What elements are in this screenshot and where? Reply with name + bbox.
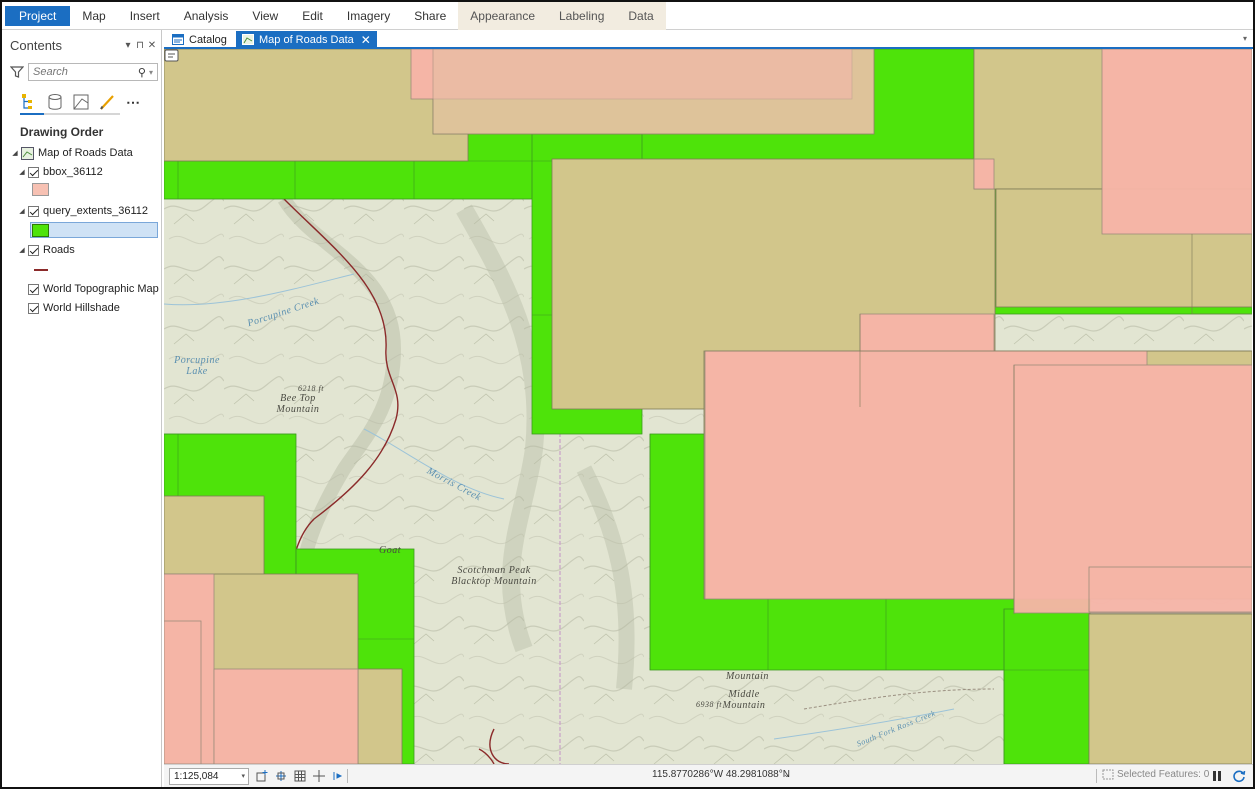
collapse-triangle-icon[interactable]: ◢: [18, 207, 26, 215]
map-label-mountain: Mountain: [726, 671, 769, 682]
layer-row-world-topographic[interactable]: World Topographic Map: [28, 280, 159, 298]
bbox-symbol-swatch[interactable]: [32, 183, 49, 196]
map-icon: [242, 34, 254, 45]
pane-options-icon[interactable]: ▾: [122, 40, 134, 51]
tree-map-row[interactable]: ◢ Map of Roads Data: [11, 144, 133, 162]
chevron-down-icon[interactable]: ▾: [241, 772, 245, 780]
layer-row-roads[interactable]: ◢ Roads: [18, 241, 75, 259]
map-label-bee-top-mountain: Bee Top Mountain: [276, 393, 320, 415]
layer-row-world-hillshade[interactable]: World Hillshade: [28, 299, 120, 317]
fixed-zoom-icon[interactable]: [275, 770, 287, 782]
map-canvas: [164, 49, 1252, 764]
map-view[interactable]: Porcupine Creek Porcupine Lake 6218 ft B…: [164, 49, 1252, 764]
drawing-order-heading: Drawing Order: [20, 125, 104, 139]
selected-features-label: Selected Features: 0: [1117, 769, 1210, 780]
selection-icon[interactable]: [72, 93, 90, 111]
drawing-order-icon[interactable]: [20, 93, 38, 111]
view-underline: [20, 113, 120, 115]
map-label-scotchman-peak: Scotchman Peak Blacktop Mountain: [451, 565, 537, 587]
layer-name: World Hillshade: [43, 302, 120, 314]
tab-map[interactable]: Map: [70, 2, 117, 30]
layer-row-query-extents[interactable]: ◢ query_extents_36112: [18, 202, 148, 220]
layer-visibility-checkbox[interactable]: [28, 302, 39, 314]
filter-row: ⚲ ▾: [10, 62, 158, 82]
pause-drawing-icon[interactable]: [1212, 770, 1222, 782]
data-source-icon[interactable]: [46, 93, 64, 111]
search-box[interactable]: ⚲ ▾: [28, 63, 158, 81]
map-label-middle-mountain: Middle Mountain: [722, 689, 766, 711]
roads-line-symbol[interactable]: [34, 269, 48, 271]
scale-selector[interactable]: 1:125,084 ▾: [169, 767, 249, 785]
layer-name: Roads: [43, 244, 75, 256]
pin-icon[interactable]: ⊓: [134, 40, 146, 51]
selected-symbol-row[interactable]: [30, 222, 158, 238]
tab-view[interactable]: View: [240, 2, 290, 30]
map-name: Map of Roads Data: [38, 147, 133, 159]
search-icon[interactable]: ⚲: [138, 66, 146, 79]
crosshair-icon[interactable]: [313, 770, 325, 782]
tab-labeling[interactable]: Labeling: [547, 2, 617, 30]
coordinate-readout[interactable]: 115.8770286°W 48.2981088°N: [652, 769, 790, 780]
tab-catalog[interactable]: Catalog: [166, 31, 233, 48]
catalog-tab-label: Catalog: [189, 33, 227, 46]
catalog-icon: [172, 34, 184, 45]
close-tab-icon[interactable]: ✕: [361, 33, 371, 47]
chevron-down-icon[interactable]: ▾: [149, 68, 153, 77]
contents-view-toolbar: ⋯: [20, 88, 160, 116]
selected-features-icon: [1102, 769, 1114, 780]
app-window: Project Map Insert Analysis View Edit Im…: [0, 0, 1255, 789]
add-scale-icon[interactable]: [256, 770, 268, 782]
contents-header: Contents ▾ ⊓ ✕: [10, 36, 158, 54]
tab-appearance[interactable]: Appearance: [458, 2, 547, 30]
tab-project[interactable]: Project: [5, 6, 71, 26]
map-icon: [21, 146, 34, 160]
close-icon[interactable]: ✕: [146, 40, 158, 51]
layer-visibility-checkbox[interactable]: [28, 283, 39, 295]
scale-value: 1:125,084: [174, 770, 219, 782]
tab-data[interactable]: Data: [616, 2, 666, 30]
collapse-triangle-icon[interactable]: ◢: [11, 149, 19, 157]
layer-row-bbox[interactable]: ◢ bbox_36112: [18, 163, 103, 181]
map-label-porcupine-lake: Porcupine Lake: [174, 355, 220, 377]
more-icon[interactable]: ⋯: [124, 93, 142, 111]
tab-edit[interactable]: Edit: [290, 2, 335, 30]
map-notes-icon[interactable]: [164, 49, 180, 63]
contents-title: Contents: [10, 37, 63, 53]
ribbon-tabs: Project Map Insert Analysis View Edit Im…: [2, 2, 1253, 30]
refresh-icon[interactable]: [1232, 769, 1246, 783]
filter-icon[interactable]: [10, 65, 24, 79]
map-tab-label: Map of Roads Data: [259, 33, 354, 46]
layer-visibility-checkbox[interactable]: [28, 166, 39, 178]
query-extent-symbol-swatch[interactable]: [32, 224, 49, 237]
layer-visibility-checkbox[interactable]: [28, 205, 39, 217]
tab-analysis[interactable]: Analysis: [172, 2, 241, 30]
map-label-goat: Goat: [379, 545, 401, 556]
search-input[interactable]: [33, 66, 123, 78]
layer-name: World Topographic Map: [43, 283, 159, 295]
layer-visibility-checkbox[interactable]: [28, 244, 39, 256]
tab-imagery[interactable]: Imagery: [335, 2, 402, 30]
collapse-triangle-icon[interactable]: ◢: [18, 246, 26, 254]
collapse-triangle-icon[interactable]: ◢: [18, 168, 26, 176]
document-tabs: Catalog Map of Roads Data ✕ ▾: [164, 30, 1253, 49]
selected-features[interactable]: Selected Features: 0: [1102, 769, 1209, 780]
toolbar-separator: [347, 769, 348, 783]
chevron-down-icon[interactable]: ⌄: [783, 769, 791, 780]
layer-name: query_extents_36112: [43, 205, 148, 217]
map-label-elevation-6938: 6938 ft: [696, 700, 722, 709]
tab-map-of-roads-data[interactable]: Map of Roads Data ✕: [236, 31, 377, 48]
rotate-map-icon[interactable]: [332, 770, 344, 782]
status-separator: [1096, 769, 1097, 783]
editing-icon[interactable]: [98, 93, 116, 111]
grid-icon[interactable]: [294, 770, 306, 782]
layer-name: bbox_36112: [43, 166, 103, 178]
contents-pane: Contents ▾ ⊓ ✕ ⚲ ▾: [2, 30, 162, 787]
tab-insert[interactable]: Insert: [118, 2, 172, 30]
tabs-overflow-icon[interactable]: ▾: [1243, 34, 1247, 43]
tab-share[interactable]: Share: [402, 2, 458, 30]
status-bar: 1:125,084 ▾ 115.8770286°W 48.2981088°N ⌄…: [164, 764, 1253, 787]
